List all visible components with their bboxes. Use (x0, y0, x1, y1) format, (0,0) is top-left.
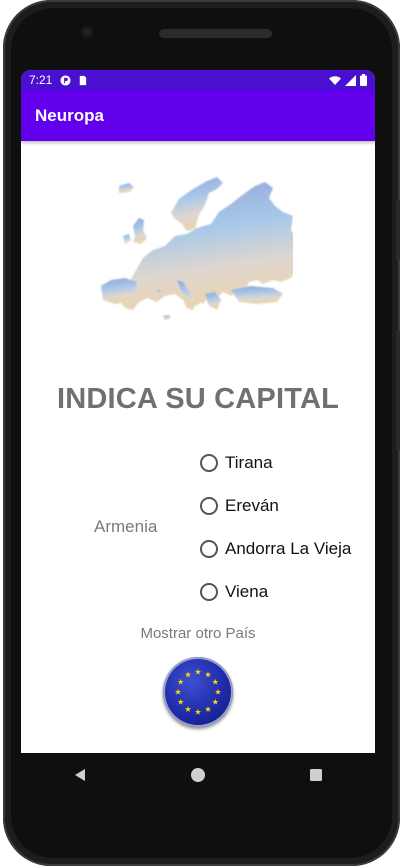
country-label: Armenia (94, 517, 158, 536)
status-time: 7:21 (29, 73, 53, 87)
signal-icon (345, 74, 356, 86)
eu-star (204, 671, 212, 678)
option-label: Tirana (225, 453, 273, 472)
capital-option-tirana[interactable]: Tirana (200, 453, 273, 473)
eu-flag-icon (174, 668, 222, 715)
option-label: Viena (225, 582, 269, 601)
eu-flag-button[interactable] (163, 657, 233, 727)
option-label: Andorra La Vieja (225, 539, 352, 558)
app-bar: Neuropa (21, 90, 375, 141)
radio-button-icon[interactable] (200, 497, 218, 515)
navigation-bar (21, 753, 375, 797)
radio-button-icon[interactable] (200, 540, 218, 558)
eu-star (212, 678, 219, 685)
recents-icon[interactable] (308, 767, 324, 783)
power-button (396, 200, 400, 260)
battery-icon (360, 74, 367, 86)
speaker-grille (159, 29, 272, 38)
eu-star (184, 671, 192, 678)
status-bar: 7:21 (21, 70, 375, 90)
capital-option-andorra[interactable]: Andorra La Vieja (200, 539, 351, 559)
radio-button-icon[interactable] (200, 454, 218, 472)
app-screen: 7:21 Neuropa INDICA SU CAPITAL Armenia T… (21, 70, 375, 753)
option-label: Ereván (225, 496, 279, 515)
wifi-icon (329, 75, 341, 85)
back-icon[interactable] (72, 767, 88, 783)
eu-star (177, 678, 184, 685)
eu-star (212, 698, 219, 705)
volume-button (396, 330, 400, 450)
eu-star (184, 706, 192, 712)
eu-star (194, 708, 202, 715)
capital-option-viena[interactable]: Viena (200, 582, 268, 602)
eu-star (177, 698, 184, 705)
eu-star (204, 706, 212, 712)
show-other-country-label[interactable]: Mostrar otro País (21, 625, 375, 642)
eu-star (194, 668, 202, 675)
front-camera (81, 26, 93, 38)
europe-map-image (101, 177, 293, 320)
capital-option-erevan[interactable]: Ereván (200, 496, 279, 516)
p-icon (60, 74, 71, 86)
radio-button-icon[interactable] (200, 583, 218, 601)
eu-star (174, 688, 182, 695)
eu-star (214, 688, 222, 695)
home-icon[interactable] (190, 767, 206, 783)
sd-card-icon (80, 75, 87, 85)
app-title: Neuropa (35, 105, 104, 125)
page-heading: INDICA SU CAPITAL (56, 383, 340, 415)
